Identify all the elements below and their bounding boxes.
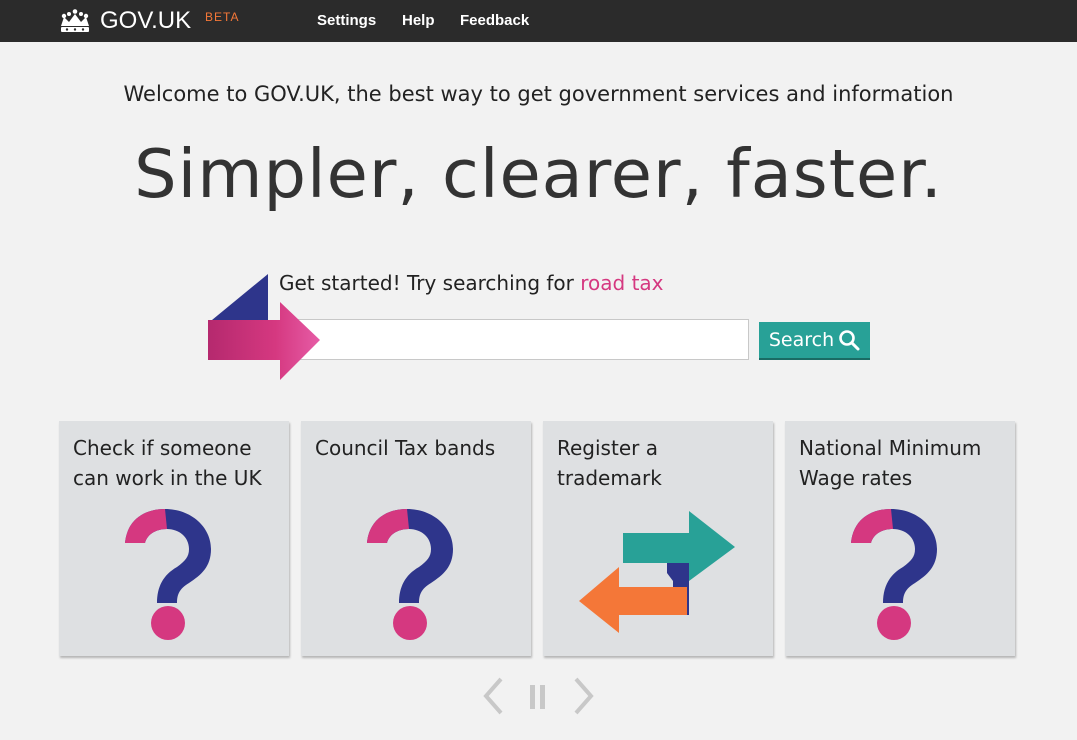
pause-icon[interactable]	[528, 683, 548, 711]
question-mark-icon	[125, 509, 211, 640]
search-prompt-text: Get started! Try searching for	[279, 271, 581, 295]
card-title: Register a trademark	[557, 436, 662, 490]
pointing-arrow-icon	[208, 274, 320, 380]
beta-badge: BETA	[205, 10, 240, 24]
search-button-label: Search	[768, 329, 835, 351]
crown-icon	[61, 9, 89, 32]
search-button[interactable]: Search	[759, 322, 870, 358]
question-mark-icon	[851, 509, 937, 640]
card-register-trademark[interactable]: Register a trademark	[543, 421, 773, 656]
logo-text: GOV.UK	[100, 7, 192, 34]
nav-help-link[interactable]: Help	[402, 12, 435, 29]
card-title: National Minimum Wage rates	[799, 436, 982, 490]
top-bar: GOV.UK BETA Settings Help Feedback	[0, 0, 1077, 42]
card-check-work-uk[interactable]: Check if someone can work in the UK	[59, 421, 289, 656]
card-title: Check if someone can work in the UK	[73, 436, 262, 490]
nav-settings-link[interactable]: Settings	[317, 12, 376, 29]
chevron-right-icon[interactable]	[570, 676, 596, 716]
page-headline: Simpler, clearer, faster.	[134, 135, 943, 213]
nav-feedback-link[interactable]: Feedback	[460, 12, 529, 29]
search-icon	[839, 330, 860, 351]
govuk-home-link[interactable]: GOV.UK	[58, 7, 191, 35]
swap-arrows-icon	[579, 511, 735, 633]
chevron-left-icon[interactable]	[481, 676, 507, 716]
card-minimum-wage[interactable]: National Minimum Wage rates	[785, 421, 1015, 656]
card-council-tax[interactable]: Council Tax bands	[301, 421, 531, 656]
question-mark-icon	[367, 509, 453, 640]
welcome-text: Welcome to GOV.UK, the best way to get g…	[123, 82, 954, 106]
road-tax-link[interactable]: road tax	[580, 271, 663, 295]
search-prompt: Get started! Try searching for road tax	[279, 271, 664, 295]
search-input[interactable]	[286, 319, 749, 360]
card-title: Council Tax bands	[315, 436, 496, 460]
